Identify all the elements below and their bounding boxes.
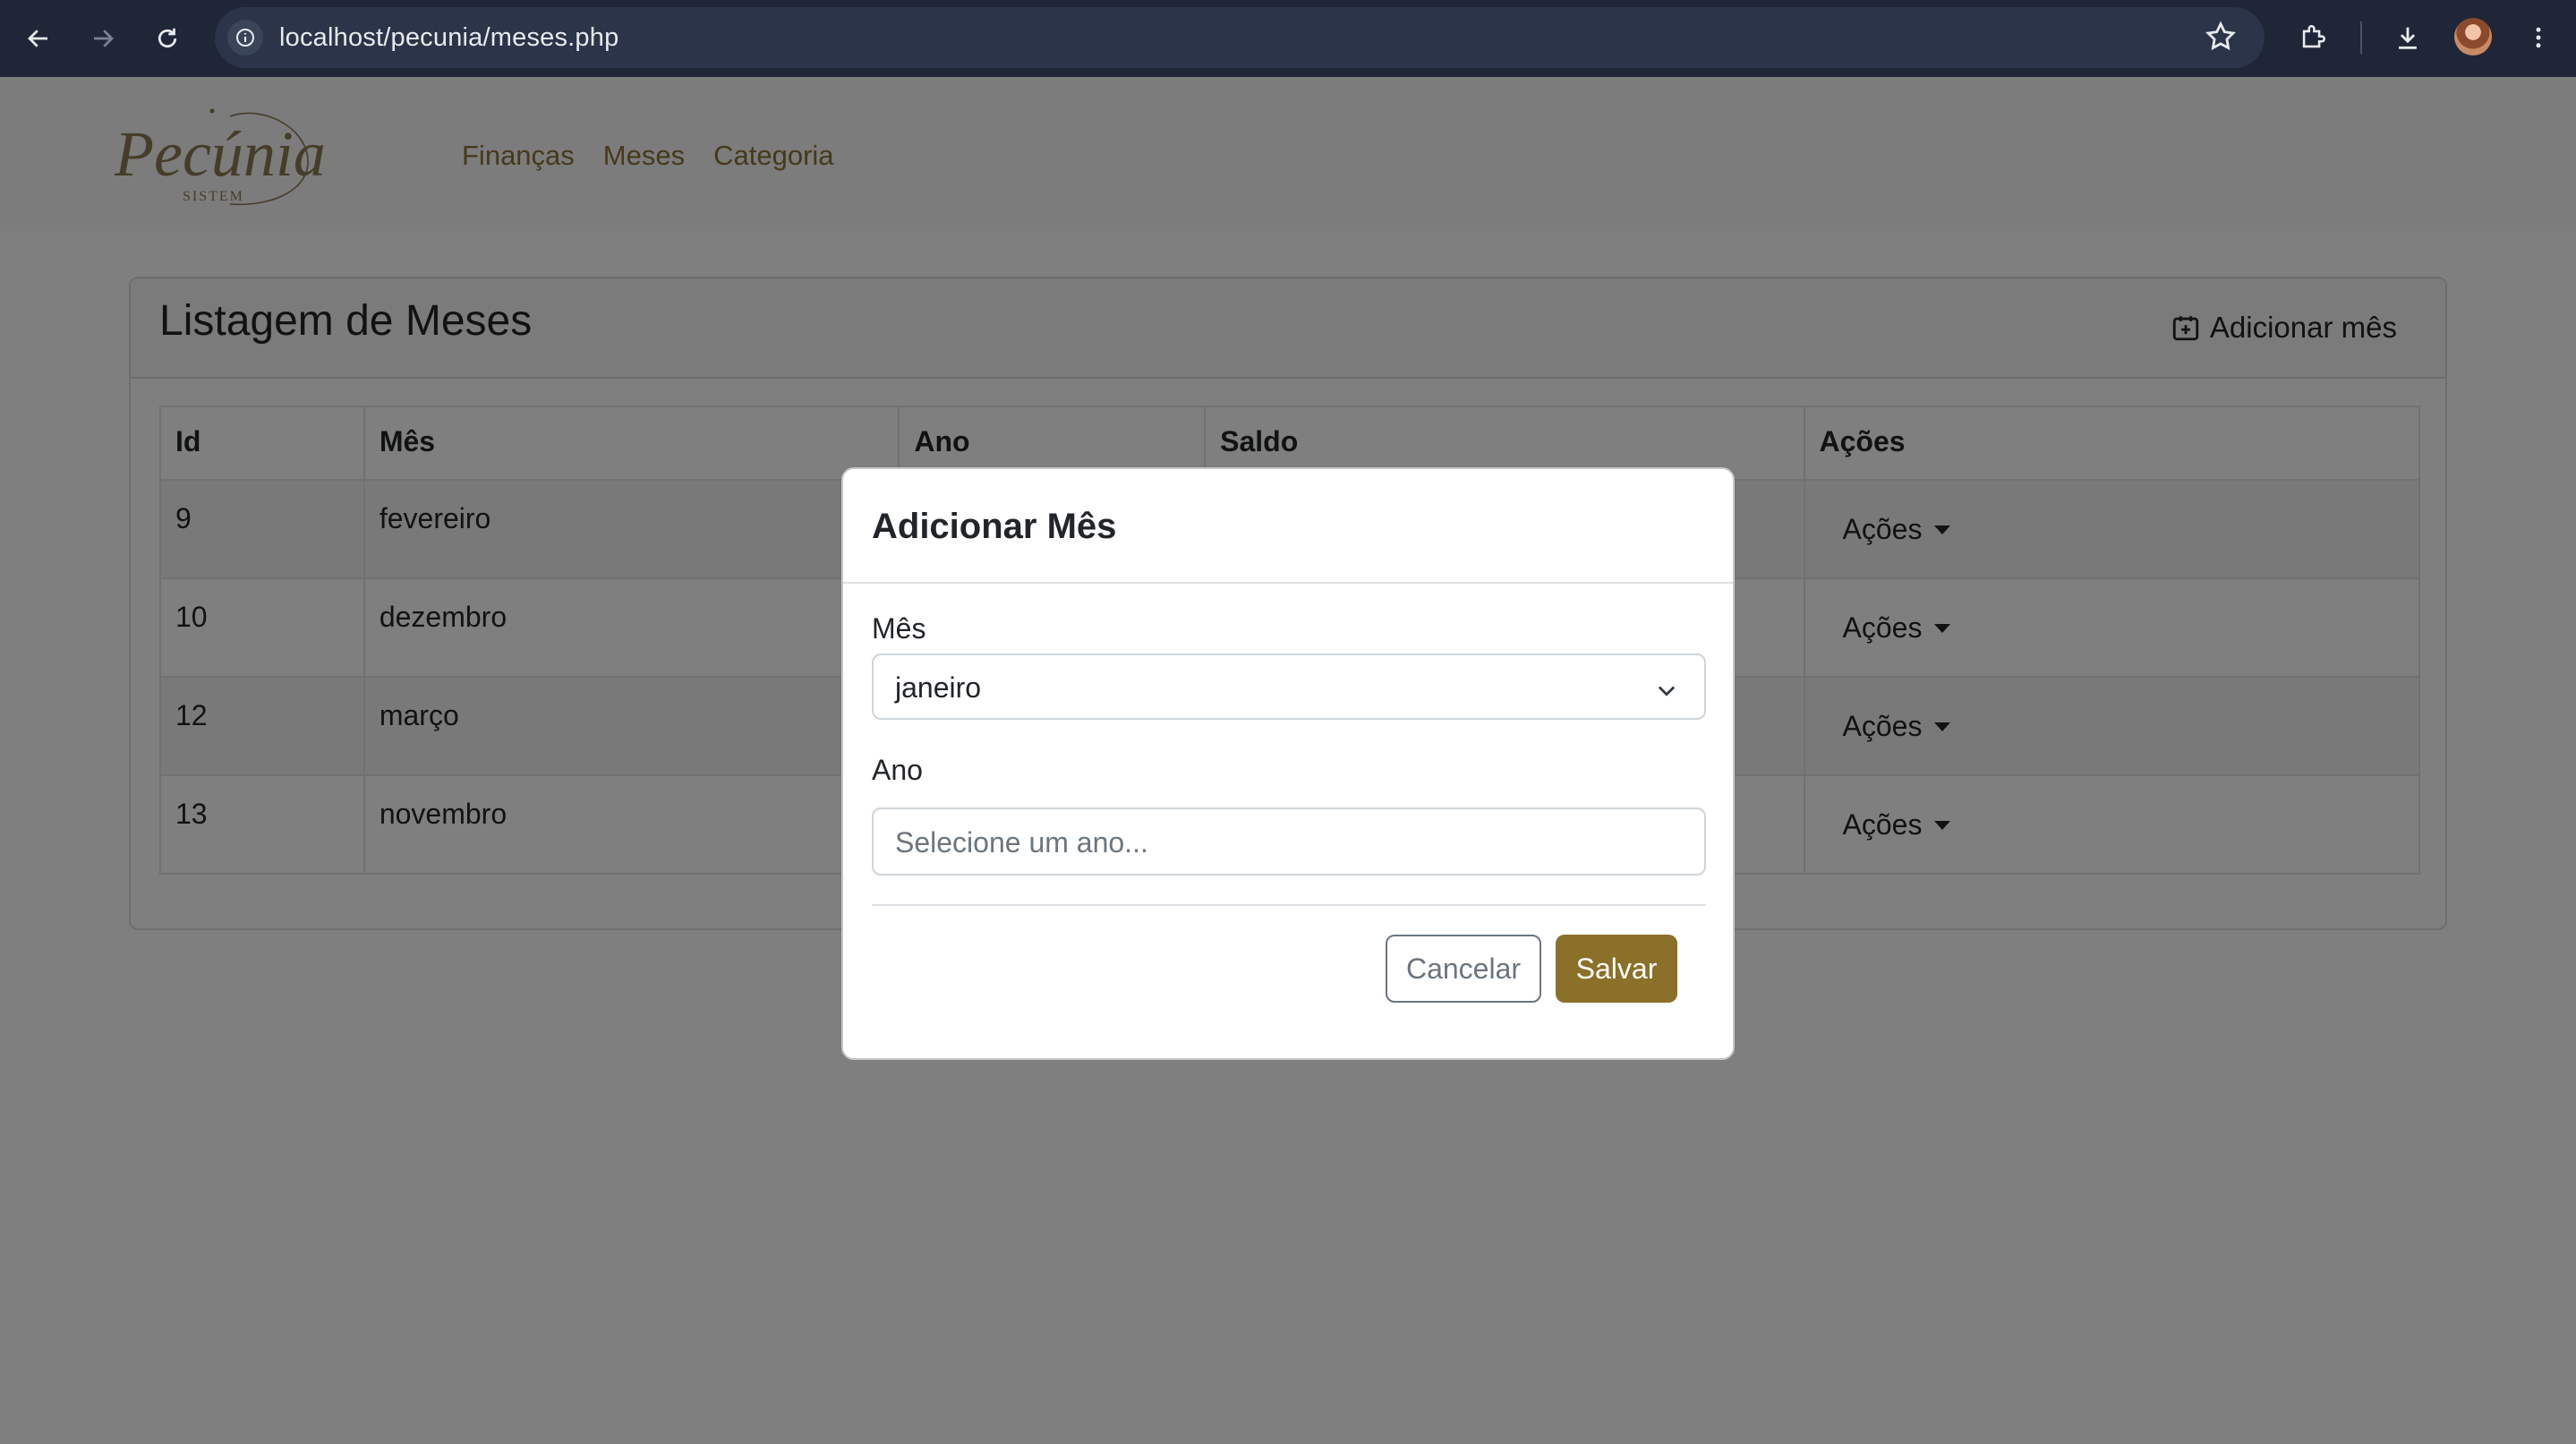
month-select-value: janeiro [895, 671, 982, 704]
cancel-button[interactable]: Cancelar [1386, 935, 1541, 1003]
browser-toolbar: localhost/pecunia/meses.php [0, 0, 2576, 77]
kebab-menu-icon[interactable] [2519, 18, 2558, 57]
download-icon[interactable] [2388, 18, 2427, 57]
year-field-label: Ano [872, 754, 923, 786]
url-text: localhost/pecunia/meses.php [279, 23, 619, 52]
forward-arrow-icon[interactable] [82, 18, 124, 59]
bookmark-star-icon[interactable] [2204, 20, 2238, 58]
modal-footer-divider [872, 904, 1706, 906]
back-arrow-icon[interactable] [18, 18, 59, 59]
save-button[interactable]: Salvar [1556, 935, 1677, 1003]
profile-avatar[interactable] [2454, 18, 2492, 56]
extensions-icon[interactable] [2293, 18, 2333, 57]
address-bar[interactable]: localhost/pecunia/meses.php [215, 7, 2265, 68]
month-select[interactable]: janeiro [872, 654, 1706, 720]
year-input-placeholder: Selecione um ano... [895, 826, 1148, 859]
toolbar-divider [2360, 21, 2362, 54]
chevron-down-icon [1654, 677, 1679, 710]
modal-header: Adicionar Mês [843, 469, 1733, 584]
month-field-label: Mês [872, 612, 926, 645]
site-info-icon[interactable] [227, 20, 263, 56]
modal-title: Adicionar Mês [872, 507, 1117, 546]
year-input[interactable]: Selecione um ano... [872, 807, 1706, 876]
add-month-modal: Adicionar Mês Mês janeiro Ano Selecione … [841, 467, 1735, 1060]
reload-icon[interactable] [147, 18, 188, 59]
